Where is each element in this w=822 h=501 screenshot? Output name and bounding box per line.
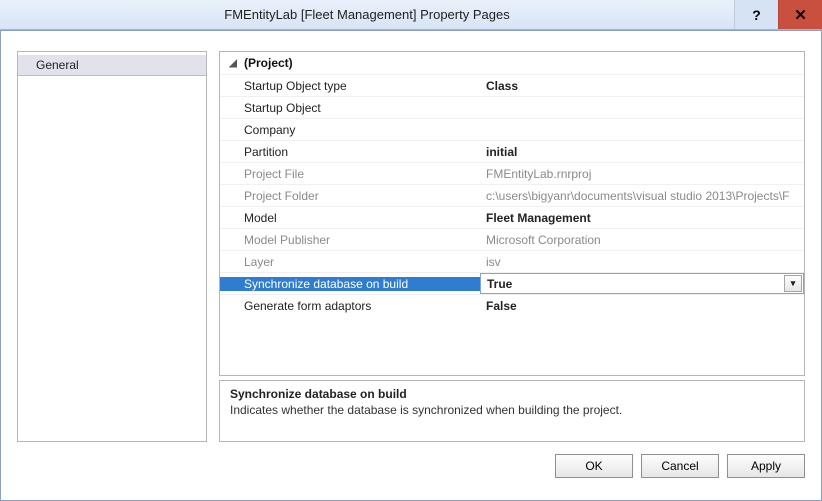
property-label: Company: [220, 123, 480, 137]
window-title: FMEntityLab [Fleet Management] Property …: [0, 7, 734, 22]
dropdown-button[interactable]: ▾: [784, 275, 802, 292]
property-value[interactable]: FMEntityLab.rnrproj: [480, 167, 804, 181]
property-rows: Startup Object typeClassStartup ObjectCo…: [220, 74, 804, 375]
group-label: (Project): [244, 56, 293, 70]
right-pane: ◢ (Project) Startup Object typeClassStar…: [219, 51, 805, 442]
property-grid: ◢ (Project) Startup Object typeClassStar…: [219, 51, 805, 376]
ok-button[interactable]: OK: [555, 454, 633, 478]
property-label: Layer: [220, 255, 480, 269]
property-row[interactable]: Partitioninitial: [220, 140, 804, 162]
cancel-button[interactable]: Cancel: [641, 454, 719, 478]
property-value[interactable]: Class: [480, 79, 804, 93]
property-row[interactable]: ModelFleet Management: [220, 206, 804, 228]
property-label: Partition: [220, 145, 480, 159]
property-label: Project Folder: [220, 189, 480, 203]
property-value[interactable]: False: [480, 299, 804, 313]
property-row[interactable]: Model PublisherMicrosoft Corporation: [220, 228, 804, 250]
property-row[interactable]: Company: [220, 118, 804, 140]
chevron-down-icon: ▾: [791, 278, 796, 289]
property-label: Startup Object type: [220, 79, 480, 93]
property-value[interactable]: True▾: [480, 273, 804, 294]
titlebar-buttons: ? ✕: [734, 0, 822, 29]
titlebar: FMEntityLab [Fleet Management] Property …: [0, 0, 822, 30]
group-header[interactable]: ◢ (Project): [220, 52, 804, 74]
category-sidebar: General: [17, 51, 207, 442]
description-text: Indicates whether the database is synchr…: [230, 403, 794, 417]
property-row[interactable]: Generate form adaptorsFalse: [220, 294, 804, 316]
dialog-footer: OK Cancel Apply: [17, 442, 805, 478]
description-title: Synchronize database on build: [230, 387, 794, 401]
property-label: Synchronize database on build: [220, 277, 480, 291]
property-label: Model Publisher: [220, 233, 480, 247]
property-value[interactable]: initial: [480, 145, 804, 159]
description-panel: Synchronize database on build Indicates …: [219, 380, 805, 442]
dialog-body: General ◢ (Project) Startup Object typeC…: [0, 30, 822, 501]
property-row[interactable]: Project Folderc:\users\bigyanr\documents…: [220, 184, 804, 206]
property-label: Project File: [220, 167, 480, 181]
property-value[interactable]: Microsoft Corporation: [480, 233, 804, 247]
apply-button[interactable]: Apply: [727, 454, 805, 478]
property-label: Model: [220, 211, 480, 225]
property-row[interactable]: Startup Object typeClass: [220, 74, 804, 96]
property-value[interactable]: isv: [480, 255, 804, 269]
close-button[interactable]: ✕: [778, 0, 822, 29]
property-label: Generate form adaptors: [220, 299, 480, 313]
close-icon: ✕: [794, 6, 807, 24]
property-row[interactable]: Project FileFMEntityLab.rnrproj: [220, 162, 804, 184]
property-row[interactable]: Startup Object: [220, 96, 804, 118]
property-value[interactable]: Fleet Management: [480, 211, 804, 225]
property-row[interactable]: Layerisv: [220, 250, 804, 272]
sidebar-item-label: General: [36, 58, 79, 72]
property-row[interactable]: Synchronize database on buildTrue▾: [220, 272, 804, 294]
property-label: Startup Object: [220, 101, 480, 115]
sidebar-item-general[interactable]: General: [18, 54, 206, 76]
property-value[interactable]: c:\users\bigyanr\documents\visual studio…: [480, 189, 804, 203]
collapse-icon[interactable]: ◢: [228, 58, 238, 69]
help-button[interactable]: ?: [734, 0, 778, 29]
